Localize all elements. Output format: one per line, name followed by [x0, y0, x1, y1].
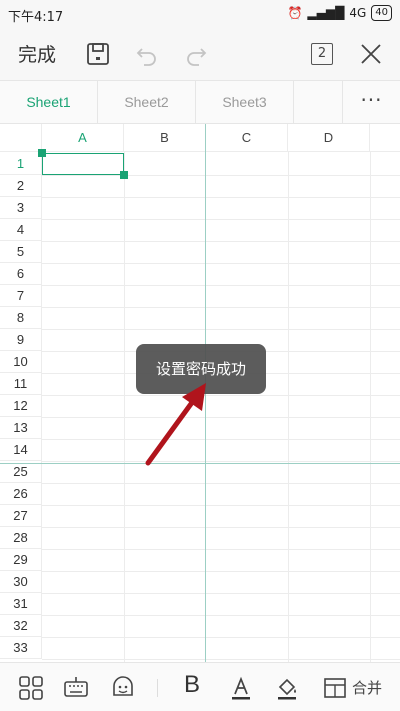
- row-header-3[interactable]: 3: [0, 197, 42, 219]
- selection-handle-top-left[interactable]: [38, 149, 46, 157]
- row-divider: [42, 505, 400, 506]
- row-header-10[interactable]: 10: [0, 351, 42, 373]
- grid-apps-icon[interactable]: [18, 675, 44, 701]
- column-divider: [124, 152, 125, 662]
- row-header-29[interactable]: 29: [0, 549, 42, 571]
- row-divider: [42, 285, 400, 286]
- row-header-12[interactable]: 12: [0, 395, 42, 417]
- row-header-13[interactable]: 13: [0, 417, 42, 439]
- row-header-30[interactable]: 30: [0, 571, 42, 593]
- bottom-toolbar: B 合并: [0, 662, 400, 711]
- row-divider: [42, 549, 400, 550]
- row-divider: [42, 263, 400, 264]
- row-header-32[interactable]: 32: [0, 615, 42, 637]
- save-icon[interactable]: [84, 40, 112, 68]
- toolbar-separator: [157, 679, 158, 697]
- row-divider: [42, 329, 400, 330]
- done-button[interactable]: 完成: [18, 40, 56, 67]
- column-header-c[interactable]: C: [206, 124, 288, 152]
- row-header-27[interactable]: 27: [0, 505, 42, 527]
- row-header-25[interactable]: 25: [0, 461, 42, 483]
- selection-handle-bottom-right[interactable]: [120, 171, 128, 179]
- emoji-icon[interactable]: [110, 675, 136, 701]
- alarm-icon: ⏰: [287, 6, 303, 20]
- row-header-6[interactable]: 6: [0, 263, 42, 285]
- row-divider: [42, 439, 400, 440]
- row-header-14[interactable]: 14: [0, 439, 42, 461]
- row-header-26[interactable]: 26: [0, 483, 42, 505]
- window-count-icon[interactable]: 2: [311, 43, 333, 65]
- redo-icon[interactable]: [182, 40, 210, 68]
- column-divider: [288, 152, 289, 662]
- row-divider: [42, 241, 400, 242]
- merge-cells-icon[interactable]: [322, 675, 348, 701]
- row-divider: [42, 175, 400, 176]
- row-divider: [42, 593, 400, 594]
- row-header-9[interactable]: 9: [0, 329, 42, 351]
- row-header-28[interactable]: 28: [0, 527, 42, 549]
- row-divider: [42, 615, 400, 616]
- row-header-31[interactable]: 31: [0, 593, 42, 615]
- tab-sheet3[interactable]: Sheet3: [196, 81, 294, 124]
- row-divider: [42, 307, 400, 308]
- signal-icon: ▂▄▆█: [307, 6, 345, 20]
- fill-color-icon[interactable]: [274, 675, 300, 701]
- status-time: 下午4:17: [8, 10, 64, 25]
- sheet-tabs: Sheet1 Sheet2 Sheet3 ···: [0, 80, 400, 124]
- column-header-e-partial[interactable]: [370, 124, 400, 152]
- row-divider: [42, 395, 400, 396]
- row-divider: [42, 219, 400, 220]
- status-bar: 下午4:17 ⏰ ▂▄▆█ 4G 40: [0, 0, 400, 28]
- tab-sheet1[interactable]: Sheet1: [0, 81, 98, 124]
- row-divider: [42, 417, 400, 418]
- keyboard-icon[interactable]: [63, 675, 89, 701]
- font-color-icon[interactable]: [228, 675, 254, 701]
- row-header-2[interactable]: 2: [0, 175, 42, 197]
- selected-cell-a1[interactable]: [42, 153, 124, 175]
- row-divider: [42, 527, 400, 528]
- close-icon[interactable]: [357, 40, 385, 68]
- annotation-arrow: [145, 383, 206, 466]
- row-divider: [42, 571, 400, 572]
- row-header-1[interactable]: 1: [0, 153, 42, 175]
- row-header-8[interactable]: 8: [0, 307, 42, 329]
- row-divider: [42, 197, 400, 198]
- row-divider: [42, 483, 400, 484]
- row-header-4[interactable]: 4: [0, 219, 42, 241]
- network-label: 4G: [349, 6, 367, 20]
- row-header-11[interactable]: 11: [0, 373, 42, 395]
- column-divider: [370, 152, 371, 662]
- battery-indicator: 40: [371, 5, 392, 21]
- column-header-b[interactable]: B: [124, 124, 206, 152]
- column-header-a[interactable]: A: [42, 124, 124, 152]
- row-divider: [42, 659, 400, 660]
- top-toolbar: 完成 2: [0, 28, 400, 80]
- select-all-corner[interactable]: [0, 124, 42, 152]
- status-indicators: ⏰ ▂▄▆█ 4G 40: [287, 5, 392, 21]
- more-options-icon[interactable]: ···: [342, 81, 400, 124]
- bold-icon[interactable]: B: [184, 671, 200, 699]
- row-divider: [42, 461, 400, 462]
- row-header-33[interactable]: 33: [0, 637, 42, 659]
- tab-sheet2[interactable]: Sheet2: [98, 81, 196, 124]
- row-header-5[interactable]: 5: [0, 241, 42, 263]
- row-divider: [42, 637, 400, 638]
- column-header-d[interactable]: D: [288, 124, 370, 152]
- undo-icon[interactable]: [133, 40, 161, 68]
- row-header-7[interactable]: 7: [0, 285, 42, 307]
- merge-label[interactable]: 合并: [352, 677, 382, 698]
